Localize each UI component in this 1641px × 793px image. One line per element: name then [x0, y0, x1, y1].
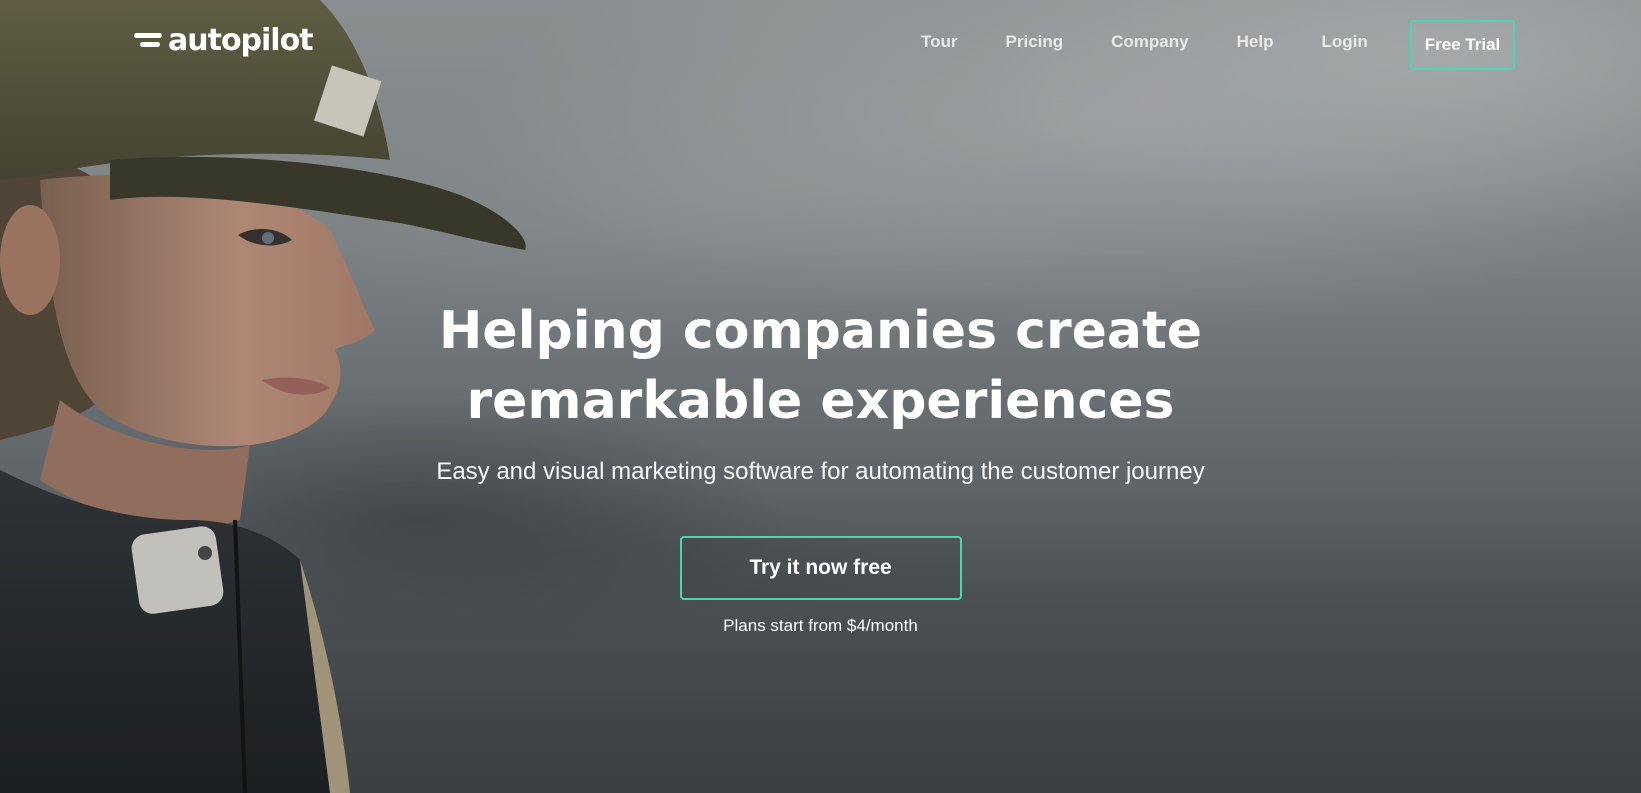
- autopilot-logo[interactable]: autopilot: [134, 23, 314, 58]
- logo-mark-icon: [134, 32, 162, 50]
- nav-links: Tour Pricing Company Help Login: [921, 32, 1368, 52]
- hero-headline-line-2: remarkable experiences: [466, 371, 1175, 431]
- nav-link-tour[interactable]: Tour: [921, 32, 958, 52]
- logo-text: autopilot: [168, 23, 314, 58]
- nav-link-login[interactable]: Login: [1321, 32, 1367, 52]
- hero-headline-line-1: Helping companies create: [438, 301, 1203, 361]
- try-it-now-free-button[interactable]: Try it now free: [679, 536, 962, 600]
- top-navigation: autopilot Tour Pricing Company Help Logi…: [0, 0, 1641, 88]
- nav-link-pricing[interactable]: Pricing: [1006, 32, 1064, 52]
- hero-subheadline: Easy and visual marketing software for a…: [436, 458, 1205, 485]
- nav-link-company[interactable]: Company: [1111, 32, 1188, 52]
- nav-link-help[interactable]: Help: [1237, 32, 1274, 52]
- hero-content: Helping companies create remarkable expe…: [0, 296, 1641, 636]
- pricing-note: Plans start from $4/month: [723, 616, 918, 635]
- hero-headline: Helping companies create remarkable expe…: [371, 296, 1271, 436]
- free-trial-button[interactable]: Free Trial: [1410, 20, 1515, 70]
- hero-section: autopilot Tour Pricing Company Help Logi…: [0, 0, 1641, 793]
